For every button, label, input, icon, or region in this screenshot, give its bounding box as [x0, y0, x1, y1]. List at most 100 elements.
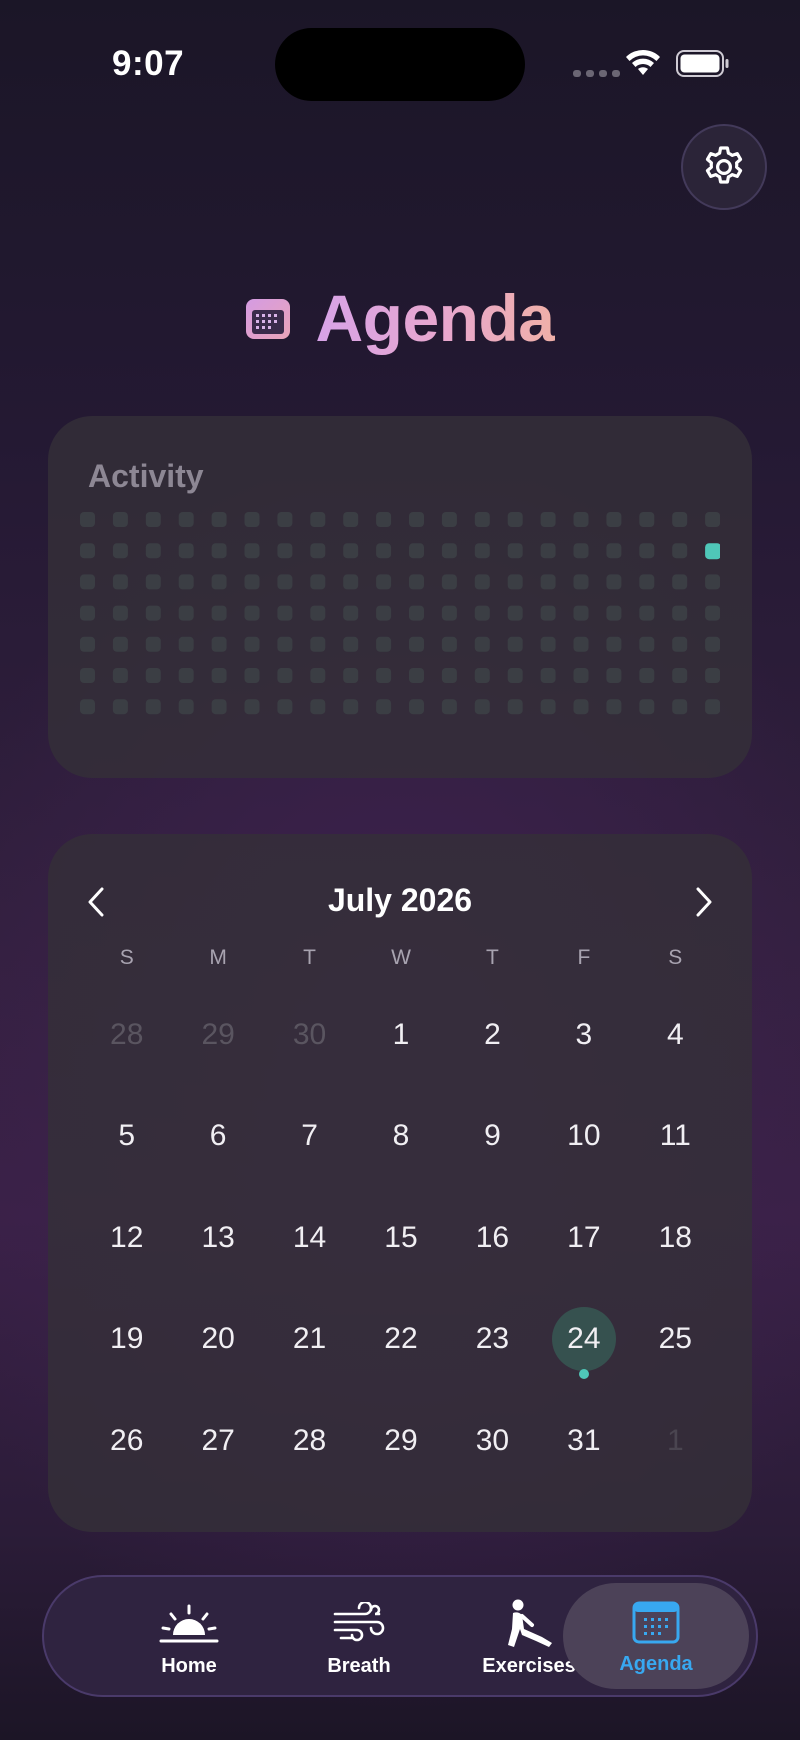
activity-cell [540, 574, 556, 590]
activity-cell [277, 605, 293, 621]
activity-cell [310, 636, 326, 652]
activity-cell [244, 636, 260, 652]
activity-cell [244, 543, 260, 559]
weekday-label: W [391, 946, 411, 969]
calendar-day[interactable]: 28 [81, 984, 172, 1086]
activity-cell [376, 605, 392, 621]
calendar-day[interactable]: 6 [172, 1086, 263, 1188]
next-month-button[interactable] [682, 880, 726, 924]
activity-cell [672, 668, 688, 683]
calendar-day[interactable]: 10 [538, 1086, 629, 1188]
calendar-day[interactable]: 30 [447, 1390, 538, 1492]
activity-cell [211, 605, 227, 621]
calendar-day[interactable]: 8 [355, 1086, 446, 1188]
activity-cell [672, 699, 688, 715]
calendar-day[interactable]: 16 [447, 1187, 538, 1289]
calendar-day[interactable]: 19 [81, 1289, 172, 1391]
calendar-day[interactable]: 22 [355, 1289, 446, 1391]
activity-cell [441, 668, 457, 683]
activity-cell [145, 512, 161, 527]
activity-cell [507, 574, 523, 590]
calendar-day[interactable]: 3 [538, 984, 629, 1086]
calendar-day[interactable]: 20 [172, 1289, 263, 1391]
cellular-signal-icon [573, 70, 620, 77]
calendar-day-number: 20 [201, 1322, 235, 1356]
calendar-day[interactable]: 26 [81, 1390, 172, 1492]
calendar-day[interactable]: 17 [538, 1187, 629, 1289]
calendar-day[interactable]: 29 [172, 984, 263, 1086]
calendar-day[interactable]: 31 [538, 1390, 629, 1492]
calendar-day[interactable]: 25 [630, 1289, 721, 1391]
calendar-day-number: 16 [475, 1220, 510, 1254]
calendar-day-number: 12 [110, 1220, 144, 1254]
weekday-label: F [577, 946, 591, 969]
activity-cell [211, 668, 227, 683]
wifi-icon [626, 49, 660, 75]
activity-cell [705, 668, 720, 683]
activity-cell [606, 605, 622, 621]
calendar-day[interactable]: 1 [630, 1390, 721, 1492]
activity-cell [672, 636, 688, 652]
calendar-icon [632, 1601, 680, 1644]
activity-cell [112, 699, 128, 715]
calendar-day-number: 25 [658, 1322, 692, 1356]
calendar-day[interactable]: 5 [81, 1086, 172, 1188]
calendar-header: July 2026 [48, 874, 752, 934]
weekday-label: S [668, 946, 683, 969]
activity-cell [474, 512, 490, 527]
activity-cell [441, 512, 457, 527]
calendar-day-selected[interactable]: 24 [538, 1289, 629, 1391]
activity-cell-active [705, 543, 720, 560]
calendar-day[interactable]: 23 [447, 1289, 538, 1391]
calendar-day[interactable]: 15 [355, 1187, 446, 1289]
calendar-day-number: 5 [118, 1119, 136, 1153]
calendar-day[interactable]: 18 [630, 1187, 721, 1289]
activity-cell [80, 636, 95, 652]
activity-cell [310, 699, 326, 715]
calendar-day[interactable]: 1 [355, 984, 446, 1086]
calendar-day[interactable]: 2 [447, 984, 538, 1086]
activity-cell [639, 512, 655, 527]
activity-cell [573, 543, 589, 559]
calendar-day[interactable]: 27 [172, 1390, 263, 1492]
activity-cell [343, 699, 359, 715]
calendar-day[interactable]: 14 [264, 1187, 355, 1289]
calendar-day[interactable]: 9 [447, 1086, 538, 1188]
tab-home[interactable]: Home [104, 1577, 274, 1695]
calendar-day-number: 23 [475, 1322, 510, 1356]
activity-cell [606, 668, 622, 683]
calendar-day[interactable]: 21 [264, 1289, 355, 1391]
calendar-day-number: 27 [201, 1423, 235, 1457]
calendar-day-number: 4 [666, 1017, 684, 1051]
tab-agenda[interactable]: Agenda [563, 1583, 749, 1689]
activity-cell [474, 605, 490, 621]
calendar-day[interactable]: 30 [264, 984, 355, 1086]
activity-cell [178, 543, 194, 559]
calendar-day[interactable]: 28 [264, 1390, 355, 1492]
activity-cell [606, 574, 622, 590]
calendar-day-number: 11 [659, 1119, 691, 1153]
calendar-day[interactable]: 4 [630, 984, 721, 1086]
page-header: Agenda [0, 280, 800, 356]
activity-cell [376, 574, 392, 590]
activity-cell [343, 636, 359, 652]
activity-cell [145, 543, 161, 559]
tab-breath[interactable]: Breath [274, 1577, 444, 1695]
calendar-day[interactable]: 11 [630, 1086, 721, 1188]
tab-bar: Home Breath Exercises Agenda [42, 1575, 758, 1697]
activity-cell [343, 543, 359, 559]
dynamic-island [275, 28, 525, 101]
calendar-day[interactable]: 13 [172, 1187, 263, 1289]
activity-cell [672, 512, 688, 527]
calendar-day[interactable]: 7 [264, 1086, 355, 1188]
activity-cell [80, 668, 95, 683]
calendar-day-number: 7 [301, 1119, 318, 1153]
activity-cell [211, 699, 227, 715]
activity-cell [540, 512, 556, 527]
activity-cell [441, 574, 457, 590]
settings-button[interactable] [681, 124, 767, 210]
calendar-day[interactable]: 29 [355, 1390, 446, 1492]
activity-cell [145, 636, 161, 652]
weekday-label: M [209, 946, 227, 969]
calendar-day[interactable]: 12 [81, 1187, 172, 1289]
